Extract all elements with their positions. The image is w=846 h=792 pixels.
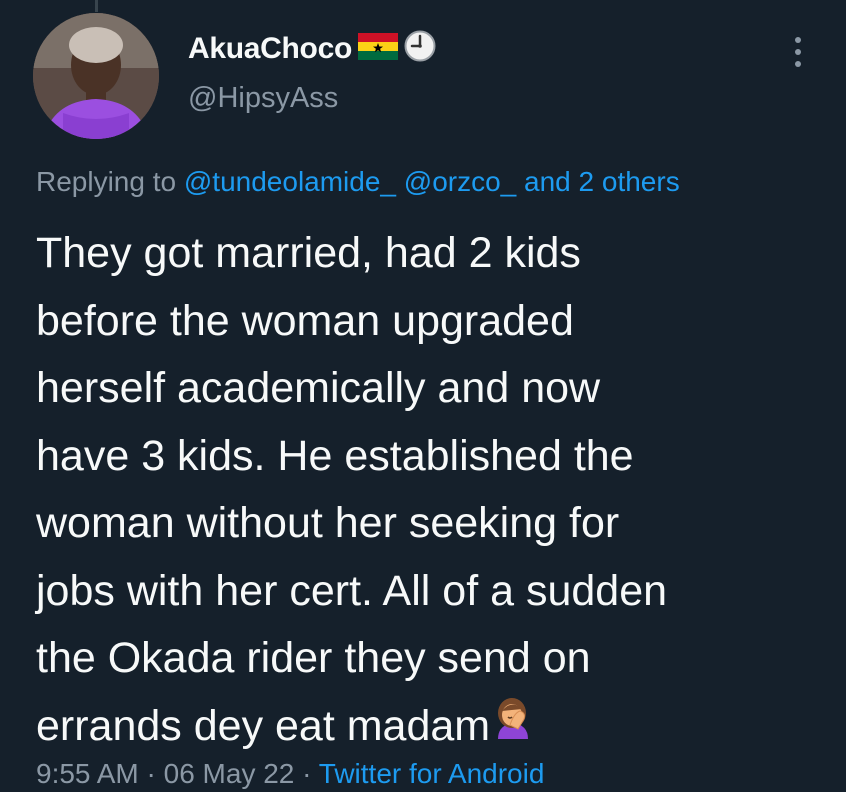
tweet-text-line: jobs with her cert. All of a sudden — [36, 566, 668, 615]
tweet-text-line: They got married, had 2 kids — [36, 229, 581, 277]
tweet-text-line: herself academically and now — [36, 364, 601, 412]
tweet-source-link[interactable]: Twitter for Android — [319, 758, 545, 789]
tweet-meta: 9:55 AM · 06 May 22 · Twitter for Androi… — [36, 758, 544, 790]
thread-connector-line — [95, 0, 98, 12]
tweet-text-line: woman without her seeking for — [36, 499, 620, 547]
mention-link[interactable]: @tundeolamide_ — [184, 166, 396, 197]
ghana-flag-icon — [358, 32, 398, 65]
more-dot-icon — [795, 49, 801, 55]
meta-separator: · — [294, 758, 319, 789]
replying-to-label: Replying to — [36, 166, 184, 197]
meta-separator: · — [138, 758, 164, 789]
mention-link[interactable]: @orzco_ — [404, 166, 516, 197]
replying-to-line: Replying to @tundeolamide_ @orzco_ and 2… — [36, 166, 680, 198]
display-name[interactable]: AkuaChoco — [188, 32, 352, 66]
tweet-text-line: errands dey eat madam — [36, 701, 491, 750]
tweet-time[interactable]: 9:55 AM — [36, 758, 139, 789]
user-handle[interactable]: @HipsyAss — [188, 82, 338, 115]
avatar[interactable] — [33, 13, 159, 139]
author-name-row: AkuaChoco — [188, 30, 436, 67]
tweet-date[interactable]: 06 May 22 — [164, 758, 295, 789]
tweet-text: They got married, had 2 kids before the … — [36, 220, 826, 762]
clock-icon — [404, 30, 436, 67]
avatar-image — [33, 13, 159, 139]
more-dot-icon — [795, 61, 801, 67]
tweet-text-line: have 3 kids. He established the — [36, 431, 634, 480]
tweet-text-last-line: errands dey eat madam — [36, 693, 826, 762]
tweet-text-line: the Okada rider they send on — [36, 634, 591, 682]
mention-others-link[interactable]: and 2 others — [524, 166, 680, 197]
woman-facepalming-icon — [490, 694, 536, 762]
more-dot-icon — [795, 37, 801, 43]
more-options-button[interactable] — [784, 32, 812, 72]
tweet-text-line: before the woman upgraded — [36, 296, 574, 345]
